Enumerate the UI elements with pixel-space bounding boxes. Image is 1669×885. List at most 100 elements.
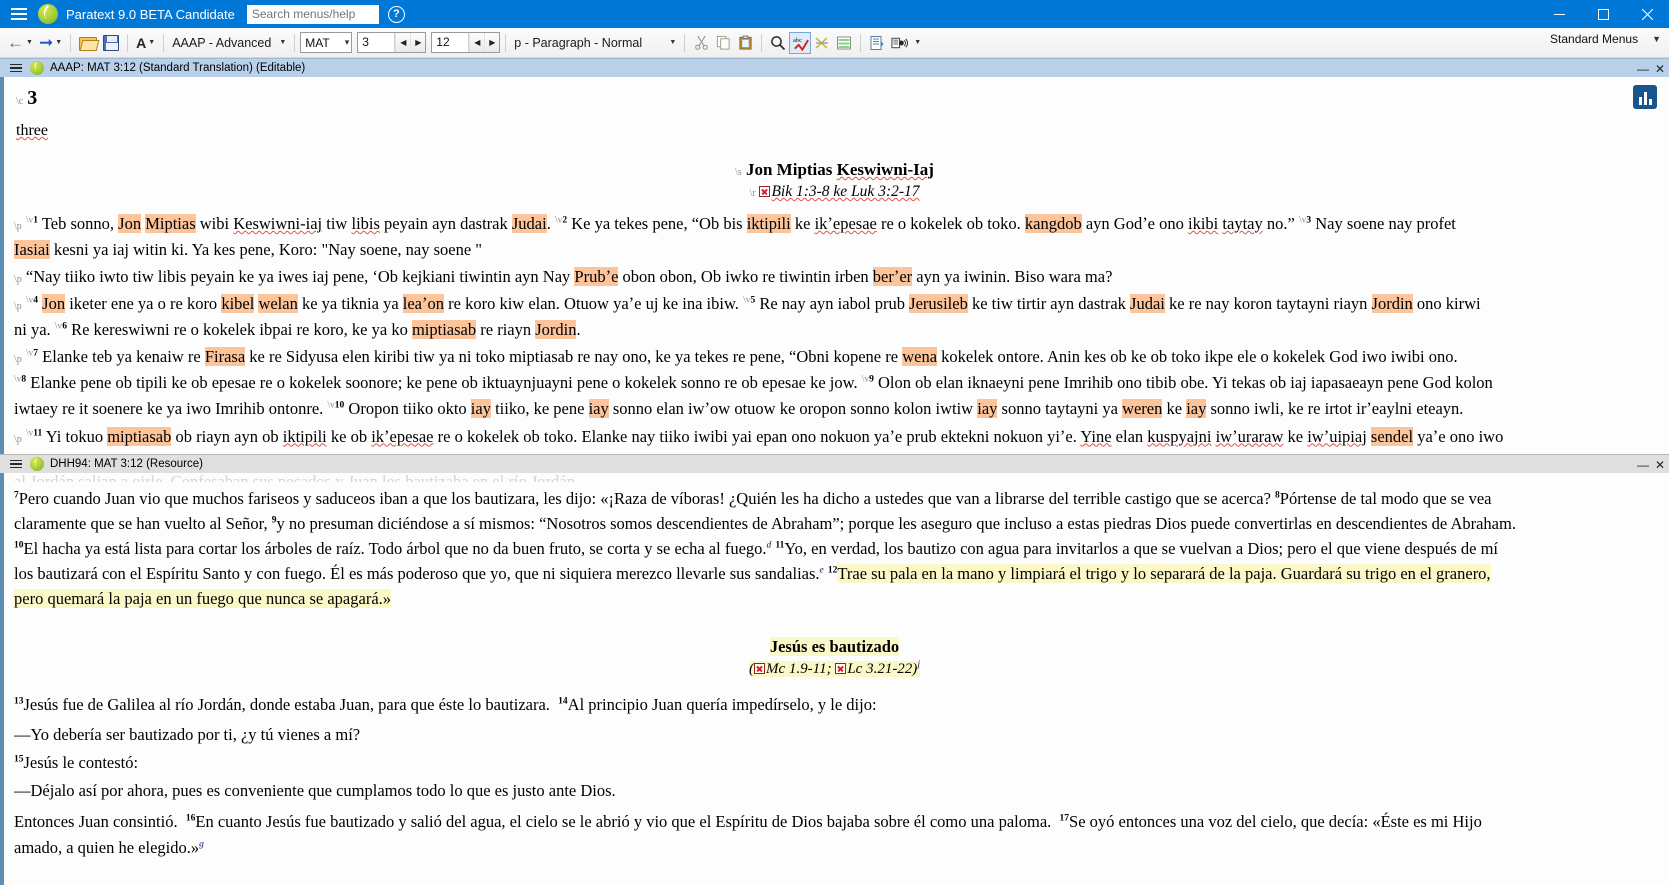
usfm-marker-s: \s — [735, 167, 742, 178]
toolbar-divider — [684, 33, 686, 52]
chapter-stepper[interactable]: 3 ◀ ▶ — [357, 32, 427, 53]
audio-button[interactable] — [888, 32, 910, 54]
verse-stepper-buttons: ◀ ▶ — [468, 33, 500, 52]
toolbar-divider — [761, 33, 763, 52]
svg-text:abc: abc — [793, 37, 802, 44]
pane-header-aaap[interactable]: AAAP: MAT 3:12 (Standard Translation) (E… — [0, 58, 1669, 77]
pane-minimize-button[interactable]: — — [1637, 63, 1649, 75]
toolbar-divider — [505, 33, 507, 52]
main-menu-hamburger-icon[interactable] — [6, 0, 32, 28]
pane-accent-bar — [0, 77, 4, 454]
window-title-bar: Paratext 9.0 BETA Candidate ? — [0, 0, 1669, 28]
editor-pane-aaap[interactable]: \c 3 three \s Jon Miptias Keswiwni-Iaj \… — [0, 77, 1669, 454]
help-icon[interactable]: ? — [387, 5, 405, 23]
menus-mode-selector[interactable]: Standard Menus ▼ — [1550, 32, 1661, 46]
pane-header-dhh94[interactable]: DHH94: MAT 3:12 (Resource) — ✕ — [0, 454, 1669, 473]
toolbar-divider — [70, 33, 72, 52]
verse-paragraph[interactable]: Entonces Juan consintió. 16En cuanto Jes… — [14, 809, 1655, 859]
book-label: MAT — [305, 35, 330, 50]
open-project-button[interactable] — [76, 31, 100, 55]
menus-mode-label: Standard Menus — [1550, 32, 1639, 46]
save-button[interactable] — [100, 31, 122, 55]
verse-paragraph[interactable]: \p “Nay tiiko iwto tiw libis peyain ke y… — [14, 264, 1655, 290]
main-toolbar: ← ▼ ➞ ▼ A ▼ AAAP - Advanced ▼ MAT ▾ 3 ◀ ▶ … — [0, 28, 1669, 58]
verse-next-button[interactable]: ▶ — [484, 33, 500, 52]
book-selector[interactable]: MAT ▾ — [300, 32, 353, 53]
chapter-word: three — [16, 122, 48, 139]
pane-window-buttons: — ✕ — [1637, 59, 1665, 78]
cross-reference-icon[interactable] — [754, 663, 766, 675]
section-heading: Jesús es bautizado — [769, 637, 900, 657]
chevron-down-icon[interactable]: ▼ — [914, 39, 921, 46]
find-button[interactable] — [767, 32, 789, 54]
window-controls — [1537, 0, 1669, 28]
dialogue-line[interactable]: —Yo debería ser bautizado por ti, ¿y tú … — [14, 725, 1655, 745]
chapter-next-button[interactable]: ▶ — [410, 33, 426, 52]
pane-window-buttons: — ✕ — [1637, 455, 1665, 474]
chevron-down-icon[interactable]: ▼ — [148, 39, 155, 46]
chapter-marker-line: \c 3 — [16, 87, 1655, 110]
chapter-value[interactable]: 3 — [358, 33, 394, 52]
pane-close-button[interactable]: ✕ — [1655, 459, 1665, 471]
copy-button[interactable] — [712, 32, 734, 54]
toolbar-divider — [163, 33, 165, 52]
paratext-leaf-icon — [30, 61, 44, 75]
pane-minimize-button[interactable]: — — [1637, 459, 1649, 471]
section-heading: \s Jon Miptias Keswiwni-Iaj — [735, 160, 934, 179]
verse-stepper[interactable]: 12 ◀ ▶ — [431, 32, 501, 53]
close-button[interactable] — [1625, 0, 1669, 28]
chevron-down-icon[interactable]: ▾ — [345, 37, 350, 48]
pane-close-button[interactable]: ✕ — [1655, 63, 1665, 75]
biblical-terms-button[interactable] — [866, 32, 888, 54]
verse-paragraph[interactable]: \p \v11 Yi tokuo miptiasab ob riayn ayn … — [14, 424, 1655, 450]
minimize-button[interactable] — [1537, 0, 1581, 28]
chart-icon[interactable] — [1633, 85, 1657, 109]
verse-value[interactable]: 12 — [432, 33, 468, 52]
navigate-back-button[interactable]: ← ▼ — [4, 31, 36, 55]
project-label: AAAP - Advanced — [172, 35, 272, 50]
cross-reference-icon[interactable] — [759, 186, 771, 197]
verse-paragraph[interactable]: 7Pero cuando Juan vio que muchos fariseo… — [14, 486, 1655, 611]
open-folder-icon — [79, 35, 98, 51]
pane-menu-icon[interactable] — [6, 59, 26, 78]
chapter-prev-button[interactable]: ◀ — [395, 33, 411, 52]
resource-pane-dhh94[interactable]: al Jordán salian a oirle. Confesaban sus… — [0, 473, 1669, 885]
dialogue-line[interactable]: —Déjalo así por ahora, pues es convenien… — [14, 781, 1655, 801]
app-title: Paratext 9.0 BETA Candidate — [66, 6, 235, 22]
pane-menu-icon[interactable] — [6, 455, 26, 474]
pane-accent-bar — [0, 473, 4, 885]
verse-paragraph[interactable]: 15Jesús le contestó: — [14, 753, 1655, 773]
verse-prev-button[interactable]: ◀ — [469, 33, 485, 52]
verse-paragraph[interactable]: \p \v1 Teb sonno, Jon Miptias wibi Keswi… — [14, 211, 1655, 263]
chevron-down-icon[interactable]: ▼ — [669, 39, 676, 46]
save-disk-icon — [103, 34, 120, 51]
font-button[interactable]: A ▼ — [133, 31, 158, 55]
paste-button[interactable] — [734, 32, 756, 54]
usfm-marker-c: \c — [16, 96, 24, 107]
cut-button[interactable] — [690, 32, 712, 54]
chapter-stepper-buttons: ◀ ▶ — [394, 33, 426, 52]
cross-reference-icon[interactable] — [835, 663, 847, 675]
spellcheck-button[interactable]: abc — [789, 31, 812, 54]
clipped-previous-line: al Jordán salian a oirle. Confesaban sus… — [14, 473, 1655, 482]
wordlist-button[interactable] — [811, 32, 833, 54]
style-label: p - Paragraph - Normal — [514, 35, 643, 50]
section-reference: \r Bik 1:3-8 ke Luk 3:2-17 — [749, 183, 920, 200]
verse-paragraph[interactable]: 13Jesús fue de Galilea al río Jordán, do… — [14, 692, 1655, 717]
pane-title-dhh94: DHH94: MAT 3:12 (Resource) — [50, 458, 203, 470]
chevron-down-icon[interactable]: ▼ — [279, 39, 286, 46]
chevron-down-icon[interactable]: ▼ — [1652, 34, 1661, 44]
paratext-logo-icon — [38, 4, 58, 24]
maximize-button[interactable] — [1581, 0, 1625, 28]
toolbar-divider — [860, 33, 862, 52]
verse-paragraph[interactable]: \p \v4 Jon iketer ene ya o re koro kibel… — [14, 291, 1655, 343]
project-selector[interactable]: AAAP - Advanced ▼ — [169, 31, 289, 55]
usfm-marker-r: \r — [749, 188, 756, 199]
paratext-leaf-icon — [30, 457, 44, 471]
navigate-forward-button[interactable]: ➞ ▼ — [36, 31, 65, 55]
style-selector[interactable]: p - Paragraph - Normal ▼ — [511, 31, 679, 55]
search-input[interactable] — [246, 4, 379, 24]
verse-paragraph[interactable]: \p \v7 Elanke teb ya kenaiw re Firasa ke… — [14, 344, 1655, 422]
interlinear-button[interactable] — [833, 32, 855, 54]
pane-title-aaap: AAAP: MAT 3:12 (Standard Translation) (E… — [50, 62, 306, 74]
